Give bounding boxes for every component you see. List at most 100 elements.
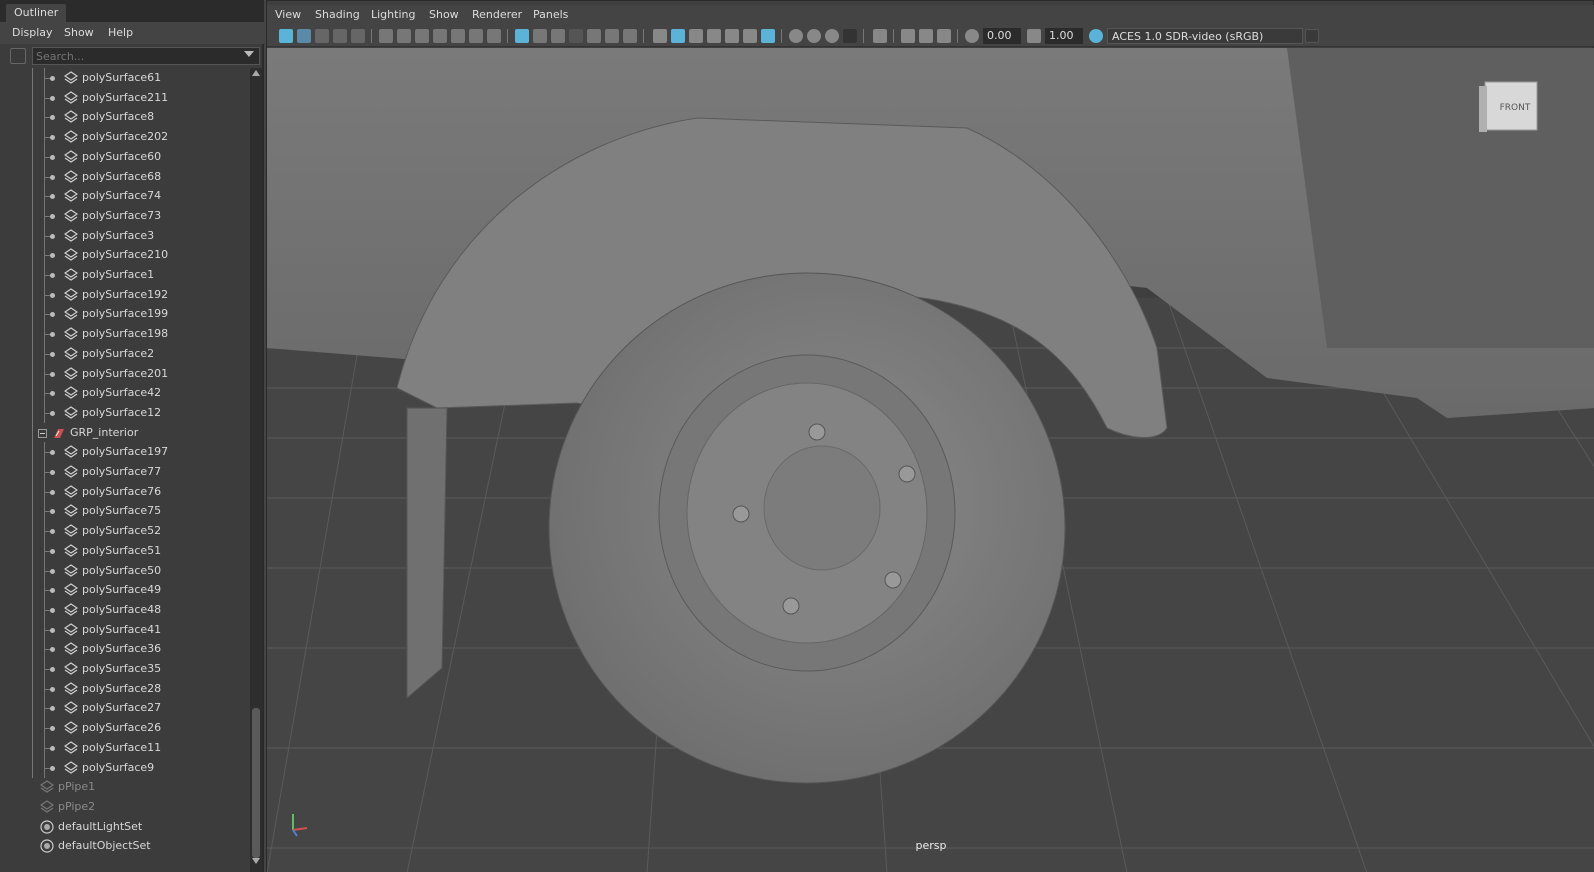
grid-icon[interactable] <box>515 29 529 43</box>
outliner-item-row[interactable]: polySurface199 <box>0 304 250 325</box>
xray-joints-icon[interactable] <box>569 29 583 43</box>
outliner-item-row[interactable]: polySurface35 <box>0 659 250 679</box>
outliner-item-row[interactable]: polySurface27 <box>0 698 250 719</box>
wireframe-icon[interactable] <box>587 29 601 43</box>
menu-lighting[interactable]: Lighting <box>371 8 415 21</box>
outliner-tab[interactable]: Outliner <box>6 4 67 22</box>
outliner-item-row[interactable]: polySurface50 <box>0 560 250 581</box>
outliner-item-row[interactable]: polySurface8 <box>0 107 250 128</box>
outliner-item-row[interactable]: polySurface197 <box>0 442 250 463</box>
outliner-item-row[interactable]: polySurface36 <box>0 639 250 660</box>
outliner-item-row[interactable]: polySurface11 <box>0 737 250 758</box>
outliner-item-row[interactable]: polySurface52 <box>0 521 250 542</box>
outliner-item-row[interactable]: polySurface60 <box>0 146 250 167</box>
filter-icon[interactable] <box>10 48 26 64</box>
outliner-item-row[interactable]: polySurface61 <box>0 68 250 88</box>
depth-of-field-icon[interactable] <box>843 29 857 43</box>
outliner-item-row[interactable]: polySurface3 <box>0 225 250 246</box>
outliner-item-row[interactable]: polySurface76 <box>0 481 250 502</box>
camera-icon[interactable] <box>379 29 393 43</box>
outliner-scrollbar[interactable] <box>250 68 262 872</box>
scroll-thumb[interactable] <box>252 708 260 858</box>
outliner-item-row[interactable]: polySurface73 <box>0 205 250 226</box>
menu-display[interactable]: Display <box>12 26 53 39</box>
ambient-occlusion-icon[interactable] <box>789 29 803 43</box>
exposure-icon[interactable] <box>965 29 979 43</box>
outliner-item-row[interactable]: polySurface211 <box>0 87 250 108</box>
menu-shading[interactable]: Shading <box>315 8 360 21</box>
outliner-item-row[interactable]: polySurface28 <box>0 678 250 699</box>
outliner-item-row[interactable]: polySurface198 <box>0 324 250 345</box>
cube-wireframe-icon[interactable] <box>653 29 667 43</box>
viewport-3d-scene[interactable]: FRONT <box>267 48 1594 872</box>
menu-help[interactable]: Help <box>108 26 133 39</box>
select-camera-icon[interactable] <box>279 29 293 43</box>
outliner-item-row[interactable]: defaultObjectSet <box>0 836 250 856</box>
outliner-item-row[interactable]: polySurface75 <box>0 501 250 522</box>
gamma-field[interactable]: 1.00 <box>1045 28 1083 44</box>
wireframe-on-shaded-icon[interactable] <box>707 29 721 43</box>
default-material-icon[interactable] <box>689 29 703 43</box>
search-dropdown-icon[interactable] <box>244 51 254 57</box>
outliner-item-row[interactable]: pPipe1 <box>0 777 250 797</box>
bookmark-icon[interactable] <box>315 29 329 43</box>
xray-components-icon[interactable] <box>919 29 933 43</box>
gate-mask-icon[interactable] <box>433 29 447 43</box>
outliner-item-row[interactable]: polySurface12 <box>0 402 250 423</box>
menu-view[interactable]: View <box>275 8 301 21</box>
outliner-item-row[interactable]: polySurface48 <box>0 599 250 620</box>
xray-icon[interactable] <box>551 29 565 43</box>
antialiasing-icon[interactable] <box>825 29 839 43</box>
color-space-dropdown-icon[interactable] <box>1305 29 1319 43</box>
outliner-item-row[interactable]: polySurface201 <box>0 363 250 384</box>
safe-action-icon[interactable] <box>469 29 483 43</box>
lights-icon[interactable] <box>743 29 757 43</box>
collapse-toggle-icon[interactable] <box>38 428 47 438</box>
outliner-item-row[interactable]: polySurface9 <box>0 757 250 778</box>
color-management-icon[interactable] <box>1089 29 1103 43</box>
menu-panels[interactable]: Panels <box>533 8 568 21</box>
search-input[interactable] <box>32 47 260 65</box>
outliner-item-row[interactable]: defaultLightSet <box>0 817 250 837</box>
outliner-item-row[interactable]: polySurface77 <box>0 462 250 482</box>
outliner-item-row[interactable]: polySurface1 <box>0 265 250 285</box>
outliner-item-row[interactable]: polySurface49 <box>0 580 250 601</box>
menu-show[interactable]: Show <box>64 26 94 39</box>
heads-up-icon[interactable] <box>533 29 547 43</box>
xray-active-icon[interactable] <box>901 29 915 43</box>
isolate-select-icon[interactable] <box>873 29 887 43</box>
scroll-down-icon[interactable] <box>252 858 260 864</box>
scroll-up-icon[interactable] <box>252 70 260 76</box>
outliner-item-row[interactable]: polySurface74 <box>0 186 250 207</box>
outliner-item-row[interactable]: polySurface68 <box>0 166 250 187</box>
outliner-item-row[interactable]: polySurface26 <box>0 718 250 739</box>
motion-blur-icon[interactable] <box>807 29 821 43</box>
gamma-icon[interactable] <box>1027 29 1041 43</box>
outliner-item-row[interactable]: polySurface2 <box>0 343 250 364</box>
outliner-item-row[interactable]: polySurface210 <box>0 245 250 266</box>
outliner-item-row[interactable]: polySurface41 <box>0 619 250 640</box>
image-plane-icon[interactable] <box>333 29 347 43</box>
outliner-item-row[interactable]: polySurface51 <box>0 540 250 561</box>
exposure-field[interactable]: 0.00 <box>983 28 1021 44</box>
view-cube[interactable]: FRONT <box>1479 81 1538 132</box>
outliner-item-row[interactable]: polySurface202 <box>0 127 250 148</box>
film-gate-icon[interactable] <box>397 29 411 43</box>
menu-renderer[interactable]: Renderer <box>472 8 522 21</box>
outliner-group-row[interactable]: GRP_interior <box>0 422 250 443</box>
textured-icon[interactable] <box>623 29 637 43</box>
resolution-gate-icon[interactable] <box>415 29 429 43</box>
color-space-select[interactable]: ACES 1.0 SDR-video (sRGB) <box>1107 28 1303 44</box>
smooth-shade-icon[interactable] <box>605 29 619 43</box>
outliner-item-row[interactable]: polySurface192 <box>0 284 250 305</box>
shadows-icon[interactable] <box>761 29 775 43</box>
camera-attributes-icon[interactable] <box>297 29 311 43</box>
outliner-item-row[interactable]: pPipe2 <box>0 797 250 817</box>
field-chart-icon[interactable] <box>451 29 465 43</box>
cube-shaded-icon[interactable] <box>671 29 685 43</box>
backface-culling-icon[interactable] <box>937 29 951 43</box>
safe-title-icon[interactable] <box>487 29 501 43</box>
menu-show[interactable]: Show <box>429 8 459 21</box>
outliner-item-row[interactable]: polySurface42 <box>0 383 250 404</box>
grease-pencil-icon[interactable] <box>351 29 365 43</box>
